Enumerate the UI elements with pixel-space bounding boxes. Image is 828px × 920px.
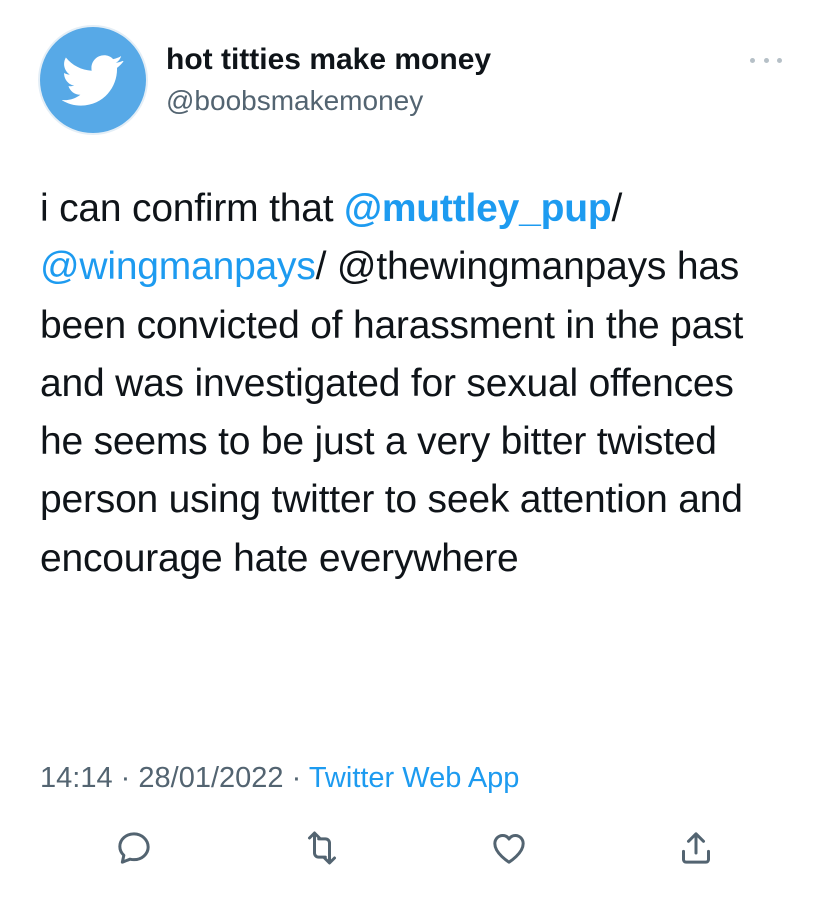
tweet-date[interactable]: 28/01/2022 bbox=[138, 762, 283, 794]
tweet-time[interactable]: 14:14 bbox=[40, 762, 113, 794]
tweet-source[interactable]: Twitter Web App bbox=[309, 762, 520, 794]
action-bar bbox=[112, 826, 722, 874]
retweet-icon bbox=[308, 831, 336, 865]
share-icon bbox=[682, 832, 710, 864]
tweet-text-segment: / bbox=[611, 187, 623, 230]
user-handle[interactable]: @boobsmakemoney bbox=[166, 84, 423, 118]
heart-icon bbox=[493, 834, 525, 864]
more-options-icon[interactable] bbox=[746, 48, 786, 72]
retweet-button[interactable] bbox=[300, 826, 344, 870]
reply-button[interactable] bbox=[112, 826, 156, 870]
more-dot bbox=[763, 57, 769, 63]
display-name[interactable]: hot titties make money bbox=[166, 42, 491, 78]
mention-link[interactable]: @wingmanpays bbox=[40, 245, 316, 288]
tweet-meta: 14:14 · 28/01/2022 · Twitter Web App bbox=[40, 760, 519, 796]
more-dot bbox=[777, 57, 782, 63]
meta-separator: · bbox=[291, 762, 302, 794]
tweet-card: hot titties make money @boobsmakemoney i… bbox=[0, 0, 828, 920]
twitter-bird-icon bbox=[62, 55, 124, 106]
tweet-text-segment: i can confirm that bbox=[40, 187, 344, 230]
tweet-text-segment: he seems to be just a very bitter twiste… bbox=[40, 420, 743, 580]
mention-link[interactable]: @muttley_pup bbox=[344, 187, 612, 230]
reply-icon bbox=[118, 832, 150, 864]
more-dot bbox=[750, 57, 755, 63]
share-button[interactable] bbox=[674, 826, 718, 870]
like-button[interactable] bbox=[487, 826, 531, 870]
avatar[interactable] bbox=[40, 27, 146, 133]
tweet-text: i can confirm that @muttley_pup/ @wingma… bbox=[40, 180, 800, 588]
meta-separator: · bbox=[120, 762, 131, 794]
